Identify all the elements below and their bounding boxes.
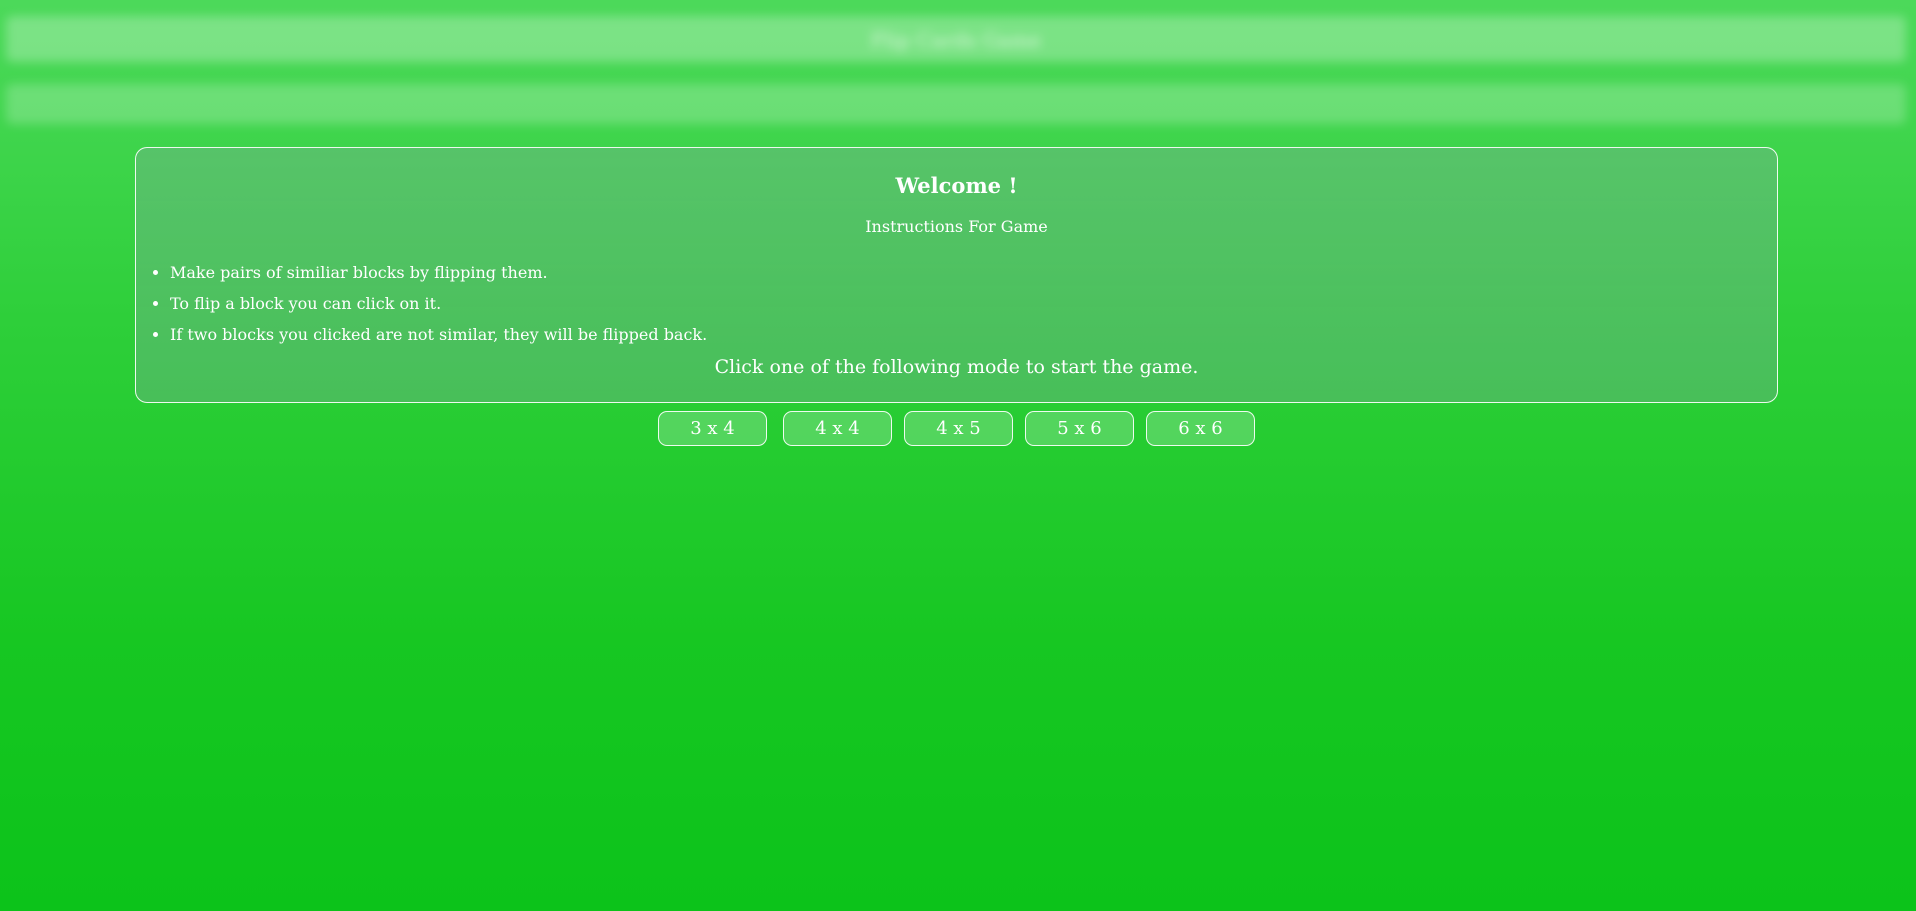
blurred-subheader-bar	[6, 84, 1906, 124]
instructions-heading: Instructions For Game	[865, 217, 1048, 236]
instruction-item: To flip a block you can click on it.	[170, 293, 707, 324]
mode-5x6-button[interactable]: 5 x 6	[1025, 411, 1134, 446]
mode-6x6-button[interactable]: 6 x 6	[1146, 411, 1255, 446]
instruction-item: If two blocks you clicked are not simila…	[170, 324, 707, 355]
blurred-header-title: Flip Cards Game	[870, 28, 1042, 52]
welcome-title: Welcome !	[895, 173, 1018, 198]
mode-4x4-button[interactable]: 4 x 4	[783, 411, 892, 446]
instructions-list: Make pairs of similiar blocks by flippin…	[136, 262, 707, 355]
mode-4x5-button[interactable]: 4 x 5	[904, 411, 1013, 446]
start-game-prompt: Click one of the following mode to start…	[714, 356, 1199, 378]
instruction-item: Make pairs of similiar blocks by flippin…	[170, 262, 707, 293]
welcome-panel: Welcome ! Instructions For Game Make pai…	[135, 147, 1778, 403]
mode-3x4-button[interactable]: 3 x 4	[658, 411, 767, 446]
mode-selector: 3 x 4 4 x 4 4 x 5 5 x 6 6 x 6	[0, 411, 1916, 447]
blurred-header-bar: Flip Cards Game	[6, 16, 1906, 62]
